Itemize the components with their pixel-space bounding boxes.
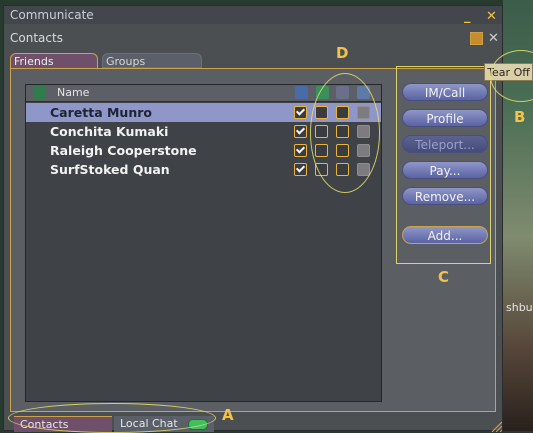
online-checkbox[interactable] [294, 106, 307, 119]
window-title: Communicate [4, 6, 502, 24]
tab-friends[interactable]: Friends [10, 53, 98, 68]
annotation-ellipse-d [310, 73, 380, 193]
online-checkbox[interactable] [294, 163, 307, 176]
close-icon[interactable]: ✕ [486, 10, 497, 24]
online-checkbox[interactable] [294, 144, 307, 157]
tear-off-icon[interactable] [470, 32, 483, 45]
minimize-icon[interactable]: _ [464, 10, 471, 24]
friend-name: SurfStoked Quan [50, 162, 170, 177]
annotation-label-b: B [514, 108, 526, 126]
friend-name: Caretta Munro [50, 105, 152, 120]
annotation-ellipse-a [8, 403, 216, 433]
annotation-label-a: A [222, 406, 234, 424]
person-icon [33, 86, 46, 99]
contacts-subtitle: Contacts [10, 31, 63, 45]
resize-handle-icon[interactable] [490, 420, 502, 432]
tab-groups[interactable]: Groups [102, 53, 202, 68]
annotation-label-c: C [438, 268, 450, 286]
friend-name: Raleigh Cooperstone [50, 143, 197, 158]
annotation-rect-c [396, 66, 491, 264]
background-label: shbu [506, 301, 533, 314]
column-name[interactable]: Name [57, 86, 89, 99]
close-panel-icon[interactable]: ✕ [488, 32, 499, 46]
friend-name: Conchita Kumaki [50, 124, 169, 139]
online-checkbox[interactable] [294, 125, 307, 138]
online-status-icon[interactable] [295, 86, 308, 99]
annotation-label-d: D [336, 44, 349, 62]
